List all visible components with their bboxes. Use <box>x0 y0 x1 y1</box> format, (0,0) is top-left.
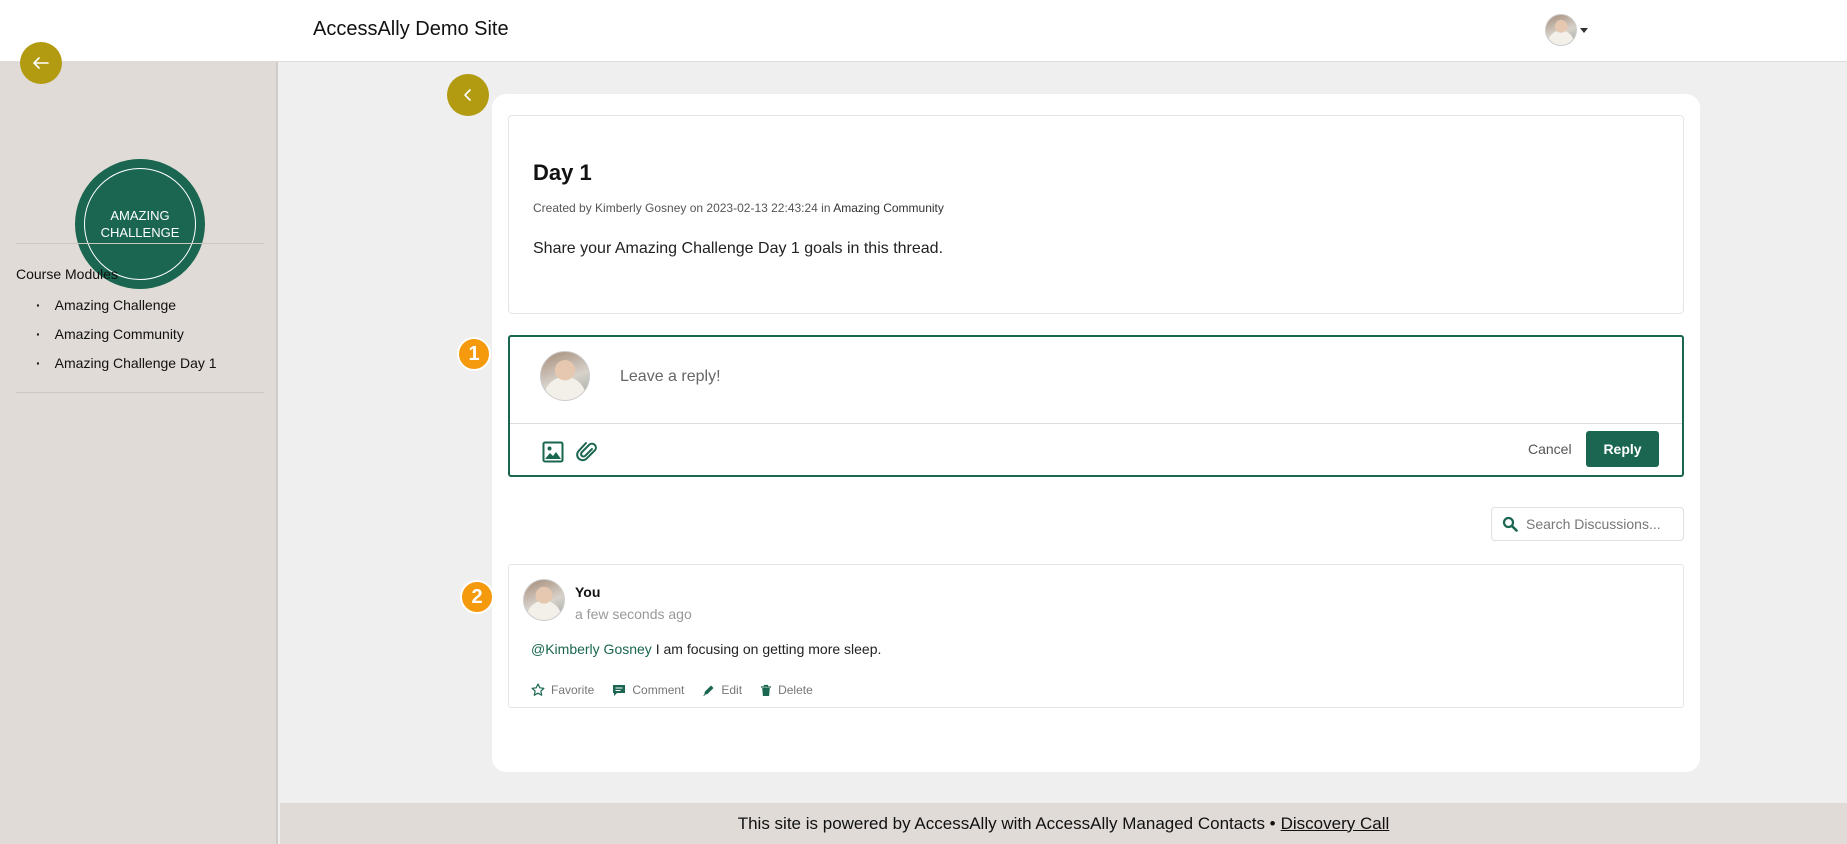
search-input[interactable] <box>1526 516 1676 532</box>
edit-button[interactable]: Edit <box>702 683 742 697</box>
chevron-left-icon <box>464 89 471 101</box>
comment-button[interactable]: Comment <box>612 683 684 697</box>
image-icon <box>542 441 564 463</box>
user-menu[interactable] <box>1545 14 1588 46</box>
post-community-link[interactable]: Amazing Community <box>833 201 944 215</box>
edit-label: Edit <box>721 683 743 697</box>
logo-text-line2: CHALLENGE <box>100 225 180 240</box>
comment-text: @Kimberly Gosney I am focusing on gettin… <box>531 641 881 657</box>
post-title: Day 1 <box>533 160 592 185</box>
discovery-call-link[interactable]: Discovery Call <box>1281 814 1390 834</box>
module-item-amazing-challenge[interactable]: Amazing Challenge <box>36 290 217 319</box>
module-item-amazing-community[interactable]: Amazing Community <box>36 319 217 348</box>
pencil-icon <box>703 685 714 696</box>
trash-icon <box>761 684 772 696</box>
course-logo-ring: AMAZING CHALLENGE <box>84 168 196 280</box>
back-arrow-button[interactable] <box>20 42 62 84</box>
delete-label: Delete <box>778 683 813 697</box>
reply-avatar <box>540 351 590 401</box>
sidebar: AMAZING CHALLENGE Course Modules Amazing… <box>0 62 278 844</box>
back-arrow-icon <box>33 57 49 69</box>
reply-input[interactable] <box>620 359 1620 395</box>
previous-button[interactable] <box>447 74 489 116</box>
comment-actions: Favorite Comment Edit Delete <box>531 683 813 697</box>
comment-item: You a few seconds ago @Kimberly Gosney I… <box>508 564 1684 708</box>
paperclip-icon <box>576 442 597 462</box>
delete-button[interactable]: Delete <box>760 683 813 697</box>
cancel-button[interactable]: Cancel <box>1528 441 1572 457</box>
site-footer: This site is powered by AccessAlly with … <box>280 803 1847 844</box>
search-icon <box>1502 516 1518 532</box>
step-badge-2: 2 <box>460 580 494 614</box>
user-avatar[interactable] <box>1545 14 1577 46</box>
caret-down-icon[interactable] <box>1580 27 1588 33</box>
reply-divider <box>510 423 1682 424</box>
comment-author: You <box>575 584 601 600</box>
insert-image-button[interactable] <box>540 439 566 465</box>
post-body: Share your Amazing Challenge Day 1 goals… <box>533 240 944 257</box>
sidebar-divider <box>16 243 264 244</box>
favorite-label: Favorite <box>551 683 595 697</box>
discussion-post: Day 1 Created by Kimberly Gosney on 2023… <box>508 115 1684 314</box>
favorite-button[interactable]: Favorite <box>531 683 594 697</box>
mention-link[interactable]: @Kimberly Gosney <box>531 641 652 657</box>
sidebar-divider <box>16 392 264 393</box>
comment-icon <box>613 684 626 696</box>
post-meta-text: Created by Kimberly Gosney on 2023-02-13… <box>533 201 831 215</box>
top-bar: AccessAlly Demo Site <box>0 0 1847 62</box>
comment-body: I am focusing on getting more sleep. <box>651 641 882 657</box>
post-meta: Created by Kimberly Gosney on 2023-02-13… <box>533 201 944 215</box>
step-badge-1: 1 <box>457 337 491 371</box>
site-title[interactable]: AccessAlly Demo Site <box>313 18 509 41</box>
attach-file-button[interactable] <box>574 439 600 465</box>
module-item-amazing-challenge-day-1[interactable]: Amazing Challenge Day 1 <box>36 348 217 377</box>
comment-label: Comment <box>632 683 685 697</box>
reply-composer: Cancel Reply <box>508 335 1684 477</box>
module-list: Amazing Challenge Amazing Community Amaz… <box>36 290 217 377</box>
search-discussions <box>1491 507 1684 541</box>
reply-button[interactable]: Reply <box>1586 431 1659 467</box>
modules-title: Course Modules <box>16 266 118 282</box>
comment-timestamp: a few seconds ago <box>575 606 692 622</box>
footer-text: This site is powered by AccessAlly with … <box>737 813 1276 833</box>
logo-text-line1: AMAZING <box>110 208 170 223</box>
comment-avatar <box>523 579 565 621</box>
star-icon <box>531 683 545 696</box>
